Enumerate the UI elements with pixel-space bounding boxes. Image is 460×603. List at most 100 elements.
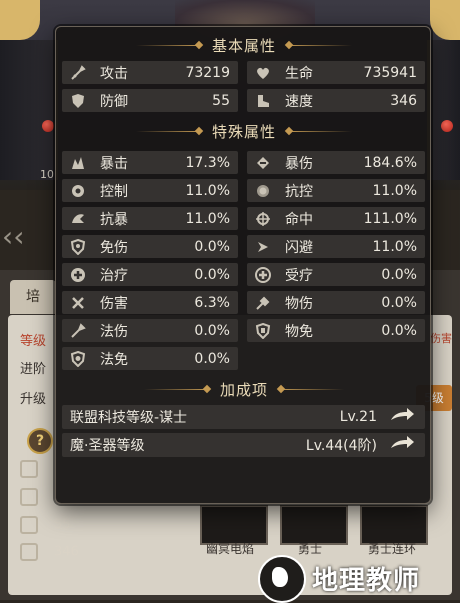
bonus-item[interactable]: 联盟科技等级-谋士 Lv.21 xyxy=(62,405,425,429)
receive-heal-icon xyxy=(255,266,271,283)
advance-label: 进阶 xyxy=(20,362,47,377)
skill-label: 勇士连环 xyxy=(368,542,417,556)
stat-row: 暴击 17.3% xyxy=(62,151,238,174)
bonus-name: 联盟科技等级-谋士 xyxy=(70,410,188,426)
stat-row: 防御 55 xyxy=(62,89,238,112)
stat-value: 111.0% xyxy=(363,210,417,227)
stat-row: 速度 346 xyxy=(247,89,425,112)
stat-row: 受疗 0.0% xyxy=(247,263,425,286)
shield-icon xyxy=(20,516,38,534)
anti-crit-icon xyxy=(70,211,86,227)
stat-name: 攻击 xyxy=(100,65,128,82)
background-stat xyxy=(20,460,54,478)
divider-ornament xyxy=(143,388,208,390)
background-stat: 55 xyxy=(20,516,71,534)
stat-icon xyxy=(20,460,38,478)
stat-row: 抗控 11.0% xyxy=(247,179,425,202)
divider-ornament xyxy=(135,130,200,132)
stat-value: 0.0% xyxy=(381,294,417,311)
stat-row: 攻击 73219 xyxy=(62,61,238,84)
notification-dot xyxy=(42,120,54,132)
help-icon[interactable]: ? xyxy=(27,428,53,454)
stat-name: 伤害 xyxy=(100,295,128,312)
section-basic-attributes: 基本属性 xyxy=(56,35,432,55)
stat-name: 抗控 xyxy=(285,183,313,200)
skill-label: 勇士 xyxy=(298,542,323,556)
stat-value: 0.0% xyxy=(194,350,230,367)
stat-value: 346 xyxy=(390,92,417,109)
stat-row: 治疗 0.0% xyxy=(62,263,238,286)
stat-value: 0.0% xyxy=(194,266,230,283)
stat-name: 闪避 xyxy=(285,239,313,256)
stat-row: 命中 111.0% xyxy=(247,207,425,230)
stat-name: 免伤 xyxy=(100,239,128,256)
stat-row: 免伤 0.0% xyxy=(62,235,238,258)
stat-name: 抗暴 xyxy=(100,211,128,228)
crosshair-icon xyxy=(255,211,271,227)
stat-name: 控制 xyxy=(100,183,128,200)
stat-row: 伤害 6.3% xyxy=(62,291,238,314)
arrow-right-icon[interactable] xyxy=(389,435,415,455)
stat-name: 防御 xyxy=(100,93,128,110)
stat-value: 184.6% xyxy=(363,154,417,171)
stat-name: 命中 xyxy=(285,211,313,228)
chevron-left-icon[interactable]: ‹‹ xyxy=(2,220,24,253)
skill-label: 幽冥电焰 xyxy=(206,542,255,556)
stat-name: 治疗 xyxy=(100,267,128,284)
boot-icon xyxy=(255,93,271,109)
section-bonus-items: 加成项 xyxy=(56,379,432,399)
stat-value: 17.3% xyxy=(185,154,230,171)
notification-dot xyxy=(441,120,453,132)
section-title: 加成项 xyxy=(219,380,268,399)
stat-value: 11.0% xyxy=(372,238,417,255)
watermark-text: 地理教师 xyxy=(312,566,421,596)
dodge-icon xyxy=(255,239,271,255)
stat-row: 法伤 0.0% xyxy=(62,319,238,342)
stat-value: 55 xyxy=(212,92,230,109)
stat-row: 控制 11.0% xyxy=(62,179,238,202)
divider-ornament xyxy=(288,130,352,132)
bonus-name: 魔·圣器等级 xyxy=(70,438,145,454)
upgrade-label: 升级 xyxy=(20,392,47,407)
skill-slot[interactable] xyxy=(360,505,428,545)
magic-immune-icon xyxy=(70,350,86,367)
stat-value: 735941 xyxy=(363,64,417,81)
stat-value: 0.0% xyxy=(381,266,417,283)
background-stat xyxy=(20,488,54,506)
left-ornament xyxy=(0,0,40,40)
panel-right-label: 伤害 xyxy=(430,332,452,345)
control-icon xyxy=(70,183,86,199)
stat-name: 法免 xyxy=(100,351,128,368)
stat-name: 法伤 xyxy=(100,323,128,340)
stat-icon xyxy=(20,488,38,506)
divider-ornament xyxy=(288,44,352,46)
stat-name: 物伤 xyxy=(285,295,313,312)
arrow-right-icon[interactable] xyxy=(389,407,415,427)
background-stat: 346 xyxy=(20,543,79,561)
damage-reduction-icon xyxy=(70,238,86,255)
crit-icon xyxy=(70,155,86,171)
heal-icon xyxy=(70,267,86,283)
skill-slot[interactable] xyxy=(280,505,348,545)
left-pillar xyxy=(0,40,58,180)
watermark-globe-icon xyxy=(258,555,306,603)
attribute-popup: 基本属性 攻击 73219 生命 735941 防御 55 速度 346 特殊属性 暴击 17.… xyxy=(55,26,431,504)
damage-icon xyxy=(70,295,86,311)
bonus-item[interactable]: 魔·圣器等级 Lv.44(4阶) xyxy=(62,433,425,457)
divider-ornament xyxy=(280,388,344,390)
section-title: 特殊属性 xyxy=(211,122,276,141)
stat-row: 法免 0.0% xyxy=(62,347,238,370)
stat-value: 11.0% xyxy=(372,182,417,199)
stat-value: 6.3% xyxy=(194,294,230,311)
panel-title: 等级 xyxy=(20,334,47,349)
skill-slot[interactable] xyxy=(200,505,268,545)
right-pillar xyxy=(427,40,460,180)
section-special-attributes: 特殊属性 xyxy=(56,121,432,141)
stat-value: 0.0% xyxy=(194,322,230,339)
tab-cultivate[interactable]: 培 xyxy=(10,280,56,314)
stat-value: 0.0% xyxy=(381,322,417,339)
stat-row: 物伤 0.0% xyxy=(247,291,425,314)
shield-icon xyxy=(70,93,86,109)
stat-row: 闪避 11.0% xyxy=(247,235,425,258)
bonus-level: Lv.44(4阶) xyxy=(305,438,377,454)
